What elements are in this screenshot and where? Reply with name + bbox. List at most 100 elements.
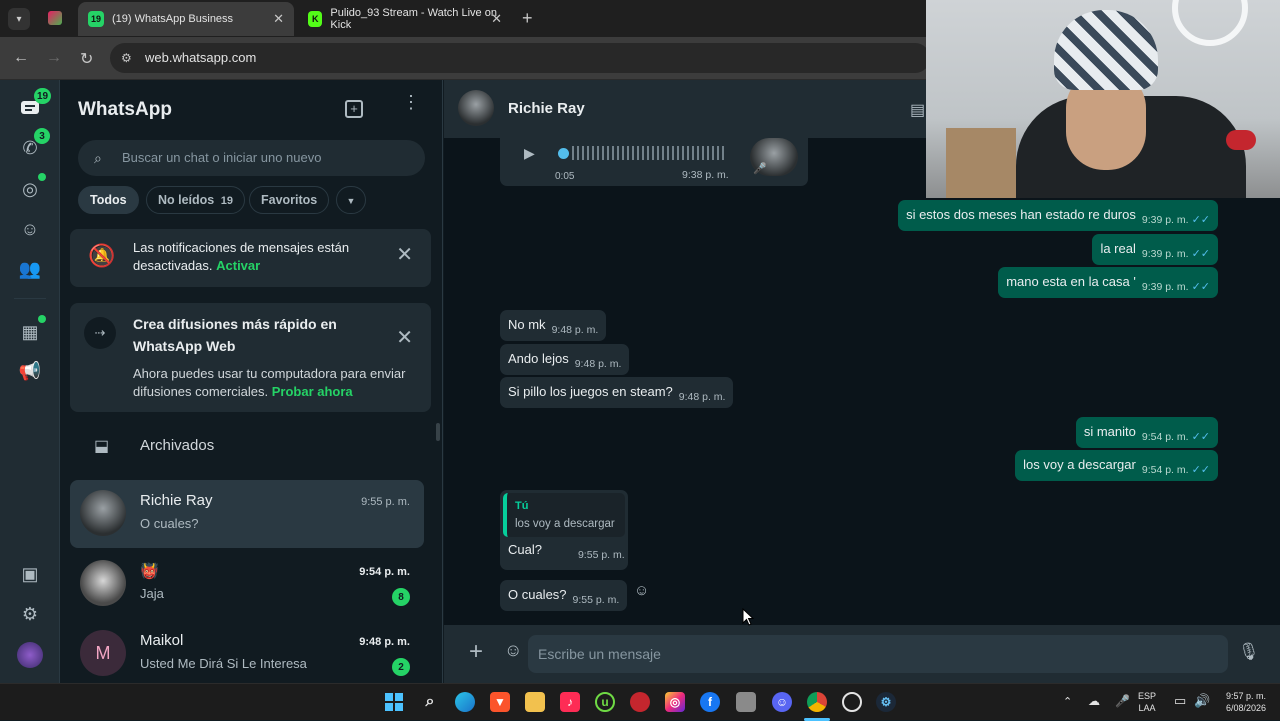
archived-row[interactable]: Archivados xyxy=(140,437,214,454)
message-out: si manito 9:54 p. m. ✓✓ xyxy=(1075,417,1218,448)
mic-icon[interactable]: 🎙 xyxy=(1238,642,1260,662)
close-tab-icon[interactable]: ✕ xyxy=(491,11,502,27)
search-icon[interactable]: ⌕ xyxy=(420,692,440,712)
url-field[interactable]: ⚙ web.whatsapp.com xyxy=(110,43,930,73)
status-icon[interactable]: ◎ xyxy=(18,177,42,201)
mic-tray-icon[interactable]: 🎤 xyxy=(1115,694,1130,708)
filter-more[interactable]: ▼ xyxy=(336,186,366,214)
chat-item-richie-ray[interactable]: Richie Ray O cuales? 9:55 p. m. xyxy=(70,480,424,548)
windows-start-icon[interactable] xyxy=(384,692,404,712)
voice-note-message: ▶ 0:05 9:38 p. m. 🎤 xyxy=(500,138,808,186)
close-icon[interactable]: ✕ xyxy=(396,242,413,267)
status-dot xyxy=(38,173,46,181)
edge-icon[interactable] xyxy=(455,692,475,712)
chat-last-message: O cuales? xyxy=(140,516,199,531)
app-icon[interactable] xyxy=(630,692,650,712)
profile-avatar[interactable] xyxy=(17,642,43,668)
filter-count: 19 xyxy=(220,195,233,207)
message-input[interactable]: Escribe un mensaje xyxy=(528,635,1228,673)
avatar: M xyxy=(80,630,126,676)
audio-progress-dot[interactable] xyxy=(558,148,569,159)
close-tab-icon[interactable]: ✕ xyxy=(273,11,284,27)
clock-date: 6/08/2026 xyxy=(1225,703,1266,713)
reload-icon[interactable]: ↻ xyxy=(80,49,93,69)
try-now-link[interactable]: Probar ahora xyxy=(272,384,353,399)
clock[interactable]: 9:57 p. m. 6/08/2026 xyxy=(1212,690,1266,714)
notifications-banner: 🔕 Las notificaciones de mensajes están d… xyxy=(70,229,431,287)
network-icon[interactable]: ▭ xyxy=(1174,693,1186,709)
file-explorer-icon[interactable] xyxy=(525,692,545,712)
extension-icon[interactable] xyxy=(48,11,62,25)
chat-item-devil[interactable]: 👹 Jaja 9:54 p. m. 8 xyxy=(70,550,424,618)
message-text: mano esta en la casa ' xyxy=(1006,274,1136,289)
communities-icon[interactable]: 👥 xyxy=(18,257,42,281)
message-out: si estos dos meses han estado re duros 9:… xyxy=(898,200,1218,231)
double-check-icon: ✓✓ xyxy=(1191,431,1210,443)
chats-unread-badge: 19 xyxy=(34,88,52,104)
close-icon[interactable]: ✕ xyxy=(396,325,413,350)
channels-icon[interactable]: ☺ xyxy=(18,217,42,241)
message-composer: + ☺ Escribe un mensaje 🎙 xyxy=(444,625,1280,683)
scrollbar[interactable] xyxy=(436,423,440,441)
media-icon[interactable]: ▣ xyxy=(18,562,42,586)
message-in: No mk 9:48 p. m. xyxy=(500,310,607,341)
activate-link[interactable]: Activar xyxy=(216,258,260,273)
app-icon[interactable] xyxy=(736,692,756,712)
new-chat-icon[interactable]: + xyxy=(345,100,363,118)
message-time: 9:39 p. m. xyxy=(1141,214,1189,226)
url-text: web.whatsapp.com xyxy=(145,50,257,65)
filter-favorites[interactable]: Favoritos xyxy=(249,186,330,214)
chat-name: Richie Ray xyxy=(140,492,213,509)
facebook-icon[interactable]: f xyxy=(700,692,720,712)
chrome-icon[interactable] xyxy=(807,692,827,712)
site-info-icon[interactable]: ⚙ xyxy=(121,43,132,73)
quoted-message[interactable]: Tú los voy a descargar xyxy=(503,493,625,537)
upwork-icon[interactable]: u xyxy=(595,692,615,712)
instagram-icon[interactable]: ◎ xyxy=(665,692,685,712)
message-out: mano esta en la casa ' 9:39 p. m. ✓✓ xyxy=(998,267,1218,298)
forward-icon[interactable]: → xyxy=(46,49,62,67)
double-check-icon: ✓✓ xyxy=(1191,248,1210,260)
language-indicator[interactable]: ESP LAA xyxy=(1138,690,1156,714)
tab-whatsapp[interactable]: 19 (19) WhatsApp Business ✕ xyxy=(78,2,294,36)
quote-text: los voy a descargar xyxy=(515,518,615,530)
mic-icon: 🎤 xyxy=(753,163,767,175)
settings-icon[interactable]: ⚙ xyxy=(18,602,42,626)
play-icon[interactable]: ▶ xyxy=(524,144,535,162)
search-input[interactable]: ⌕ Buscar un chat o iniciar uno nuevo xyxy=(78,140,425,176)
menu-icon[interactable]: ⋮ xyxy=(402,93,420,111)
message-time: 9:54 p. m. xyxy=(1141,464,1189,476)
back-icon[interactable]: ← xyxy=(13,49,29,67)
brave-icon[interactable]: ▼ xyxy=(490,692,510,712)
audio-waveform[interactable] xyxy=(572,146,724,160)
chat-time: 9:54 p. m. xyxy=(359,566,410,578)
contact-avatar[interactable] xyxy=(458,90,494,126)
catalog-icon[interactable]: ▦ xyxy=(18,320,42,344)
double-check-icon: ✓✓ xyxy=(1191,281,1210,293)
message-time: 9:55 p. m. xyxy=(577,549,625,561)
react-emoji-icon[interactable]: ☺ xyxy=(634,582,649,599)
message-text: si estos dos meses han estado re duros xyxy=(906,207,1136,222)
sticker-icon[interactable]: ☺ xyxy=(504,640,522,661)
tab-kick[interactable]: K Pulido_93 Stream - Watch Live on Kick … xyxy=(298,2,512,36)
double-check-icon: ✓✓ xyxy=(1191,464,1210,476)
tiktok-icon[interactable]: ♪ xyxy=(560,692,580,712)
cloud-icon[interactable]: ☁ xyxy=(1088,694,1100,708)
attach-plus-icon[interactable]: + xyxy=(469,638,483,666)
filter-unread[interactable]: No leídos 19 xyxy=(146,186,245,214)
webcam-overlay xyxy=(926,0,1280,198)
avatar xyxy=(80,490,126,536)
steam-icon[interactable]: ⚙ xyxy=(876,692,896,712)
message-text: la real xyxy=(1100,241,1136,256)
chat-item-maikol[interactable]: M Maikol Usted Me Dirá Si Le Interesa 9:… xyxy=(70,620,424,683)
volume-icon[interactable]: 🔊 xyxy=(1194,693,1210,709)
app-icon[interactable] xyxy=(842,692,862,712)
contact-card-icon[interactable]: ▤ xyxy=(910,100,925,120)
ads-icon[interactable]: 📢 xyxy=(18,359,42,383)
chevron-up-icon[interactable]: ⌃ xyxy=(1063,695,1072,708)
filter-all[interactable]: Todos xyxy=(78,186,139,214)
message-in: Ando lejos 9:48 p. m. xyxy=(500,344,630,375)
tab-search-button[interactable]: ▾ xyxy=(8,8,30,30)
new-tab-button[interactable]: + xyxy=(522,8,533,29)
discord-icon[interactable]: ☺ xyxy=(772,692,792,712)
